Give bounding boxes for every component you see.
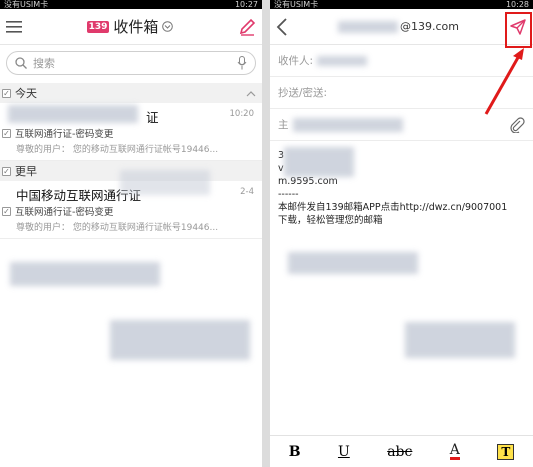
back-arrow-icon[interactable] <box>276 17 288 36</box>
redacted-body <box>284 147 354 177</box>
redacted-block <box>405 322 515 358</box>
carrier-text: 没有USIM卡 <box>4 0 49 9</box>
annotation-arrow <box>484 48 524 115</box>
strikethrough-button[interactable]: abc <box>387 444 412 460</box>
body-line: 下载，轻松管理您的邮箱 <box>278 215 383 226</box>
account-domain: @139.com <box>400 20 459 33</box>
redacted-subject <box>292 117 403 132</box>
mail-checkbox[interactable]: ✓ <box>2 206 11 216</box>
clock: 10:27 <box>234 0 258 9</box>
status-bar: 没有USIM卡 10:27 <box>0 0 262 9</box>
app-logo: 139 <box>86 20 110 33</box>
message-body[interactable]: 3 v m.9595.com ------ 本邮件发自139邮箱APP点击htt… <box>270 141 533 235</box>
redacted-mail <box>10 262 160 286</box>
redacted-mail <box>110 320 250 360</box>
group-label: 今天 <box>15 87 37 100</box>
subject-label: 主 <box>278 119 289 131</box>
search-input[interactable]: 搜索 <box>33 55 231 71</box>
page-title: 收件箱 <box>113 18 159 36</box>
carrier-text: 没有USIM卡 <box>274 0 319 9</box>
to-label: 收件人: <box>278 55 314 67</box>
paperclip-icon[interactable] <box>509 116 525 133</box>
group-checkbox[interactable]: ✓ <box>2 166 11 176</box>
chevron-up-icon[interactable] <box>246 90 256 97</box>
highlight-button[interactable]: T <box>497 443 515 460</box>
sender-account: @139.com <box>338 20 459 33</box>
compose-icon[interactable] <box>238 18 256 36</box>
underline-button[interactable]: U <box>338 444 350 460</box>
body-line: 本邮件发自139邮箱APP点击http://dwz.cn/9007001 <box>278 202 508 213</box>
mail-item[interactable]: 证 ✓ 互联网通行证-密码变更 尊敬的用户： 您的移动互联网通行证帐号19446.… <box>0 103 262 161</box>
annotation-highlight-box <box>505 12 532 48</box>
mail-subject: 互联网通行证-密码变更 <box>15 129 114 140</box>
redacted-sender <box>8 105 138 123</box>
mail-time: 10:20 <box>229 109 255 119</box>
group-header-today[interactable]: ✓ 今天 <box>0 83 262 103</box>
group-checkbox[interactable]: ✓ <box>2 88 11 98</box>
bold-button[interactable]: B <box>289 444 301 460</box>
inbox-header: 139 收件箱 <box>0 9 262 45</box>
redacted-recipient <box>317 55 368 66</box>
folder-switcher[interactable]: 139 收件箱 <box>86 16 174 37</box>
mail-preview: 尊敬的用户： 您的移动互联网通行证帐号19446... <box>16 145 219 155</box>
mail-time: 2-4 <box>240 187 254 197</box>
text-color-button[interactable]: A <box>449 443 460 460</box>
group-label: 更早 <box>15 165 37 178</box>
microphone-icon[interactable] <box>237 56 247 70</box>
format-toolbar: B U abc A T <box>270 435 533 467</box>
clock: 10:28 <box>505 0 529 9</box>
mail-preview: 尊敬的用户： 您的移动互联网通行证帐号19446... <box>16 223 219 233</box>
chevron-down-icon <box>162 21 174 32</box>
cc-label: 抄送/密送: <box>278 87 328 99</box>
inbox-screen: 没有USIM卡 10:27 139 收件箱 搜索 ✓ 今天 证 ✓ 互联网通行证-… <box>0 0 262 467</box>
mail-checkbox[interactable]: ✓ <box>2 128 11 138</box>
search-icon <box>15 57 27 69</box>
watermark <box>120 170 210 195</box>
body-line: ------ <box>278 189 299 200</box>
redacted-account <box>338 20 398 33</box>
compose-header: @139.com <box>270 9 533 45</box>
search-bar[interactable]: 搜索 <box>6 51 256 75</box>
mail-subject: 互联网通行证-密码变更 <box>15 207 114 218</box>
menu-icon[interactable] <box>6 20 22 34</box>
redacted-block <box>288 252 418 274</box>
status-bar: 没有USIM卡 10:28 <box>270 0 533 9</box>
